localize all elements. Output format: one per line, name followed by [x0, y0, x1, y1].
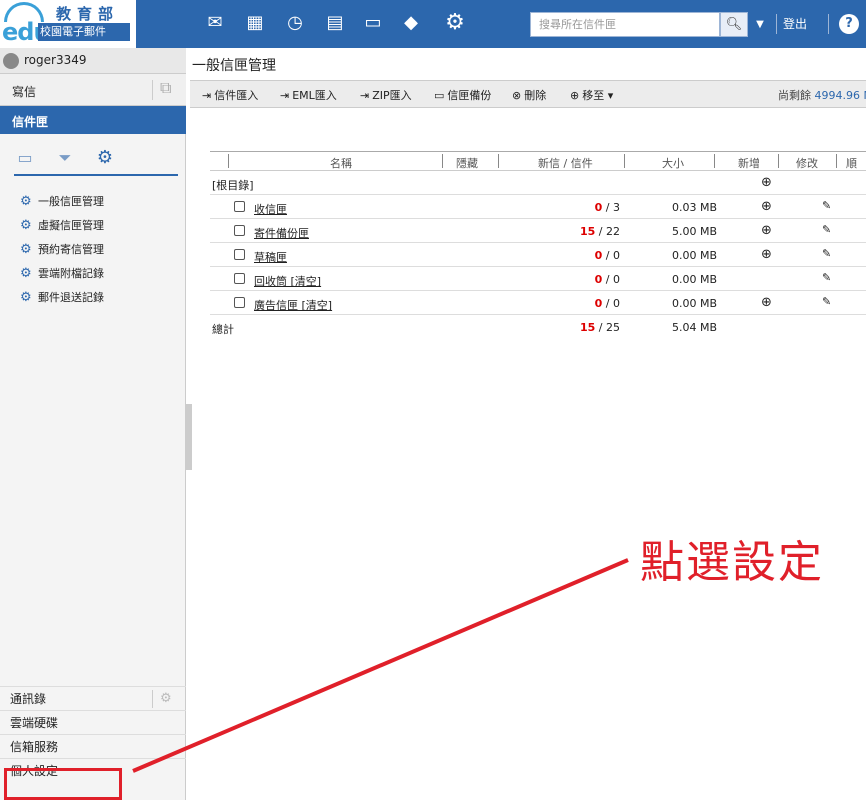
- annotation-arrow: [132, 558, 629, 773]
- annotation-highlight-box: [4, 768, 122, 800]
- annotation-text: 點選設定: [640, 537, 824, 588]
